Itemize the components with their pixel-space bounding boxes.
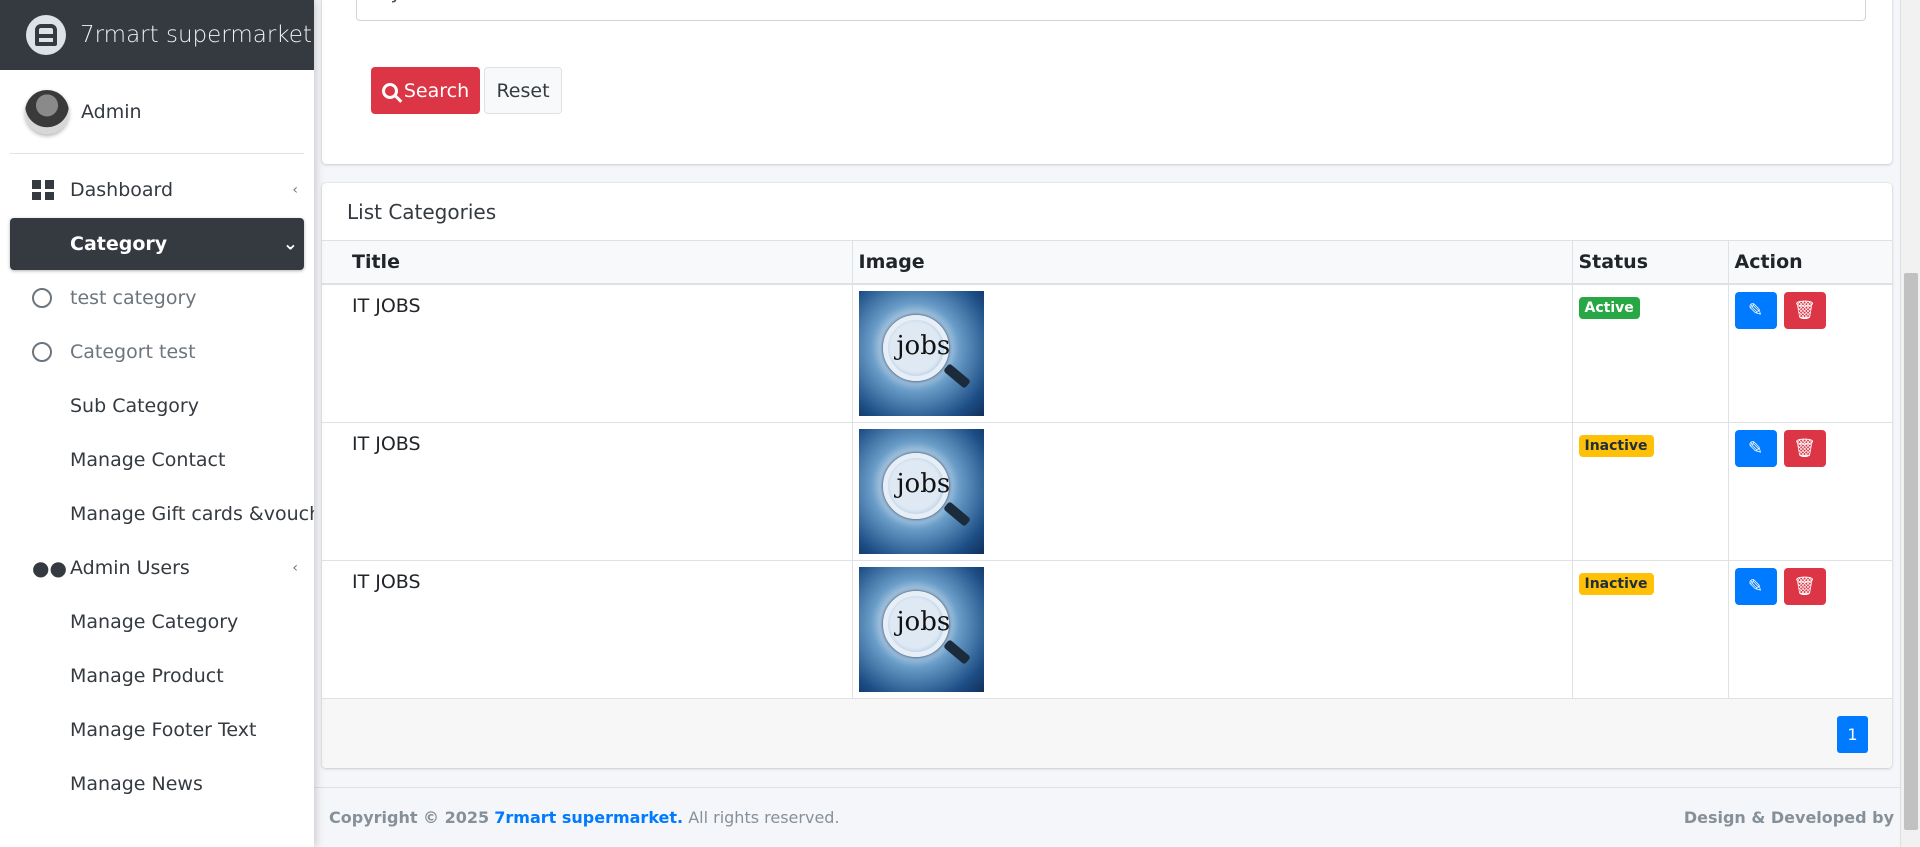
chevron-left-icon: ‹ [292,560,298,576]
design-credit: Design & Developed by [1683,808,1894,827]
sidebar-item-label: Manage Footer Text [70,719,257,741]
search-button-label: Search [403,79,470,102]
column-header-title: Title [322,241,853,285]
main-content: IT JOBS Search Reset List Categories Tit… [314,0,1900,847]
trash-icon: 🗑 [1793,300,1816,321]
row-title: IT JOBS [322,422,853,561]
footer-brand-link[interactable]: 7rmart supermarket. [494,808,683,827]
sidebar-item-manage-gift-cards[interactable]: Manage Gift cards &voucher [10,488,314,540]
row-title: IT JOBS [322,560,853,699]
edit-button[interactable]: ✎ [1734,430,1777,467]
sidebar-item-label: Category [70,233,168,255]
edit-icon: ✎ [1747,300,1764,321]
sidebar-item-manage-footer-text[interactable]: Manage Footer Text [10,704,304,756]
reset-button[interactable]: Reset [484,67,562,114]
sidebar-item-manage-news[interactable]: Manage News [10,758,304,810]
sidebar-item-label: Dashboard [70,179,174,201]
page-button[interactable]: 1 [1837,716,1868,753]
users-icon: ●● [32,556,67,580]
edit-icon: ✎ [1747,438,1764,459]
sidebar-item-test-category[interactable]: test category [10,272,304,324]
circle-icon [32,288,52,308]
title-search-input[interactable]: IT JOBS [356,0,1866,21]
status-badge[interactable]: Active [1578,297,1640,319]
sidebar-item-label: Manage Gift cards &voucher [70,503,314,525]
sidebar-nav: Dashboard ‹ Category ⌄ test category Cat… [0,164,314,810]
column-header-status: Status [1572,241,1729,285]
search-button[interactable]: Search [371,67,480,114]
list-title: List Categories [322,183,1892,241]
sidebar-item-manage-product[interactable]: Manage Product [10,650,304,702]
copyright: Copyright © 2025 7rmart supermarket. All… [329,808,840,827]
edit-button[interactable]: ✎ [1734,292,1777,329]
user-panel: Admin [10,70,304,154]
user-name[interactable]: Admin [81,101,142,123]
chevron-down-icon: ⌄ [282,233,298,255]
sidebar-item-category[interactable]: Category ⌄ [10,218,304,270]
brand-name: 7rmart supermarket [80,22,312,48]
sidebar-item-label: Manage Contact [70,449,226,471]
page-footer: Copyright © 2025 7rmart supermarket. All… [314,787,1900,847]
scrollbar-thumb[interactable] [1904,273,1918,830]
category-image: jobs [858,567,984,692]
category-image-text: jobs [896,469,951,499]
table-row: IT JOBS jobs Inactive ✎ 🗑 [322,560,1892,699]
list-card: List Categories Title Image Status Actio… [322,183,1892,768]
sidebar-item-label: Manage Category [70,611,239,633]
table-row: IT JOBS jobs Active ✎ 🗑 [322,283,1892,423]
column-header-action: Action [1728,241,1892,285]
rights-text: All rights reserved. [688,808,840,827]
sidebar: 7rmart supermarket Admin Dashboard ‹ Cat… [0,0,314,847]
delete-button[interactable]: 🗑 [1783,568,1826,605]
table-row: IT JOBS jobs Inactive ✎ 🗑 [322,422,1892,561]
copyright-prefix: Copyright © 2025 [329,808,490,827]
avatar [25,89,69,134]
trash-icon: 🗑 [1793,576,1816,597]
sidebar-item-sub-category[interactable]: Sub Category [10,380,304,432]
trash-icon: 🗑 [1793,438,1816,459]
sidebar-item-dashboard[interactable]: Dashboard ‹ [10,164,304,216]
sidebar-item-label: Manage Product [70,665,224,687]
sidebar-item-label: Categort test [70,341,196,363]
circle-icon [32,342,52,362]
sidebar-item-manage-category[interactable]: Manage Category [10,596,304,648]
status-badge[interactable]: Inactive [1578,573,1654,595]
pagination-bar: 1 [322,698,1892,768]
search-card: IT JOBS Search Reset [322,0,1892,164]
page-scrollbar[interactable] [1900,0,1920,847]
row-title: IT JOBS [322,283,853,423]
sidebar-item-admin-users[interactable]: ●● Admin Users ‹ [10,542,304,594]
delete-button[interactable]: 🗑 [1783,292,1826,329]
sidebar-item-label: Sub Category [70,395,199,417]
category-image: jobs [858,429,984,554]
category-image-text: jobs [896,331,951,361]
chevron-left-icon: ‹ [292,182,298,198]
sidebar-item-label: Manage News [70,773,203,795]
status-badge[interactable]: Inactive [1578,435,1654,457]
brand-logo-icon [26,15,66,55]
dashboard-icon [32,180,54,200]
category-image: jobs [858,291,984,416]
sidebar-item-manage-contact[interactable]: Manage Contact [10,434,304,486]
search-icon [381,82,398,99]
categories-table: Title Image Status Action IT JOBS jobs A… [322,241,1892,699]
sidebar-item-label: Admin Users [70,557,190,579]
column-header-image: Image [852,241,1573,285]
category-image-text: jobs [896,607,951,637]
delete-button[interactable]: 🗑 [1783,430,1826,467]
sidebar-item-categort-test[interactable]: Categort test [10,326,304,378]
brand-link[interactable]: 7rmart supermarket [0,0,314,70]
edit-button[interactable]: ✎ [1734,568,1777,605]
sidebar-item-label: test category [70,287,197,309]
edit-icon: ✎ [1747,576,1764,597]
